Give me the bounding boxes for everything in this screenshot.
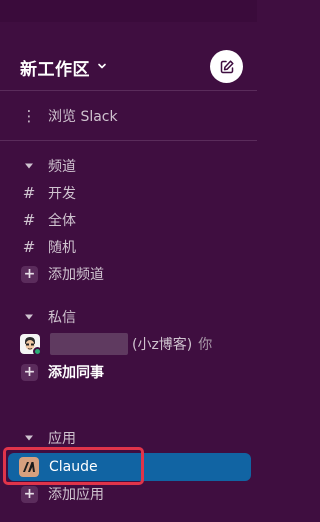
add-channel-button[interactable]: + 添加频道 <box>0 261 257 287</box>
add-channel-label: 添加频道 <box>48 267 104 283</box>
avatar <box>20 334 42 356</box>
channel-item-random[interactable]: # 随机 <box>0 234 257 260</box>
dm-you-label: 你 <box>198 337 213 353</box>
browse-slack[interactable]: ⋮ 浏览 Slack <box>0 103 257 129</box>
caret-down-icon <box>24 434 36 442</box>
channel-label: 全体 <box>48 213 76 229</box>
dm-self-suffix: (小z博客) <box>132 337 193 353</box>
caret-down-icon <box>24 162 36 170</box>
workspace-header: 新工作区 <box>0 42 257 90</box>
redacted-user-name <box>50 333 128 355</box>
plus-icon: + <box>21 485 38 503</box>
channels-section-header[interactable]: 频道 <box>0 153 257 179</box>
chevron-down-icon[interactable] <box>97 61 107 71</box>
presence-active-icon <box>33 347 42 356</box>
add-app-label: 添加应用 <box>48 487 104 503</box>
channel-label: 开发 <box>48 186 76 202</box>
caret-down-icon <box>24 313 36 321</box>
apps-header-label: 应用 <box>48 431 76 447</box>
divider <box>0 90 257 91</box>
vertical-ellipsis-icon: ⋮ <box>21 107 37 125</box>
channel-item-dev[interactable]: # 开发 <box>0 180 257 206</box>
compose-icon <box>220 59 234 73</box>
plus-icon: + <box>21 265 38 283</box>
divider <box>0 140 257 141</box>
channel-label: 随机 <box>48 240 76 256</box>
channels-header-label: 频道 <box>48 159 76 175</box>
dm-header-label: 私信 <box>48 310 76 326</box>
add-app-button[interactable]: + 添加应用 <box>0 481 257 507</box>
workspace-name[interactable]: 新工作区 <box>20 55 90 80</box>
hash-icon: # <box>22 238 36 256</box>
dm-item-self[interactable]: (小z博客) 你 <box>0 331 257 357</box>
channel-item-all[interactable]: # 全体 <box>0 207 257 233</box>
hash-icon: # <box>22 184 36 202</box>
compose-button[interactable] <box>210 50 243 83</box>
plus-icon: + <box>21 363 38 381</box>
dm-section-header[interactable]: 私信 <box>0 304 257 330</box>
add-coworker-button[interactable]: + 添加同事 <box>0 359 257 385</box>
title-bar <box>0 0 257 22</box>
hash-icon: # <box>22 211 36 229</box>
highlight-annotation <box>3 447 144 485</box>
browse-slack-label: 浏览 Slack <box>48 109 118 125</box>
add-coworker-label: 添加同事 <box>48 365 104 381</box>
